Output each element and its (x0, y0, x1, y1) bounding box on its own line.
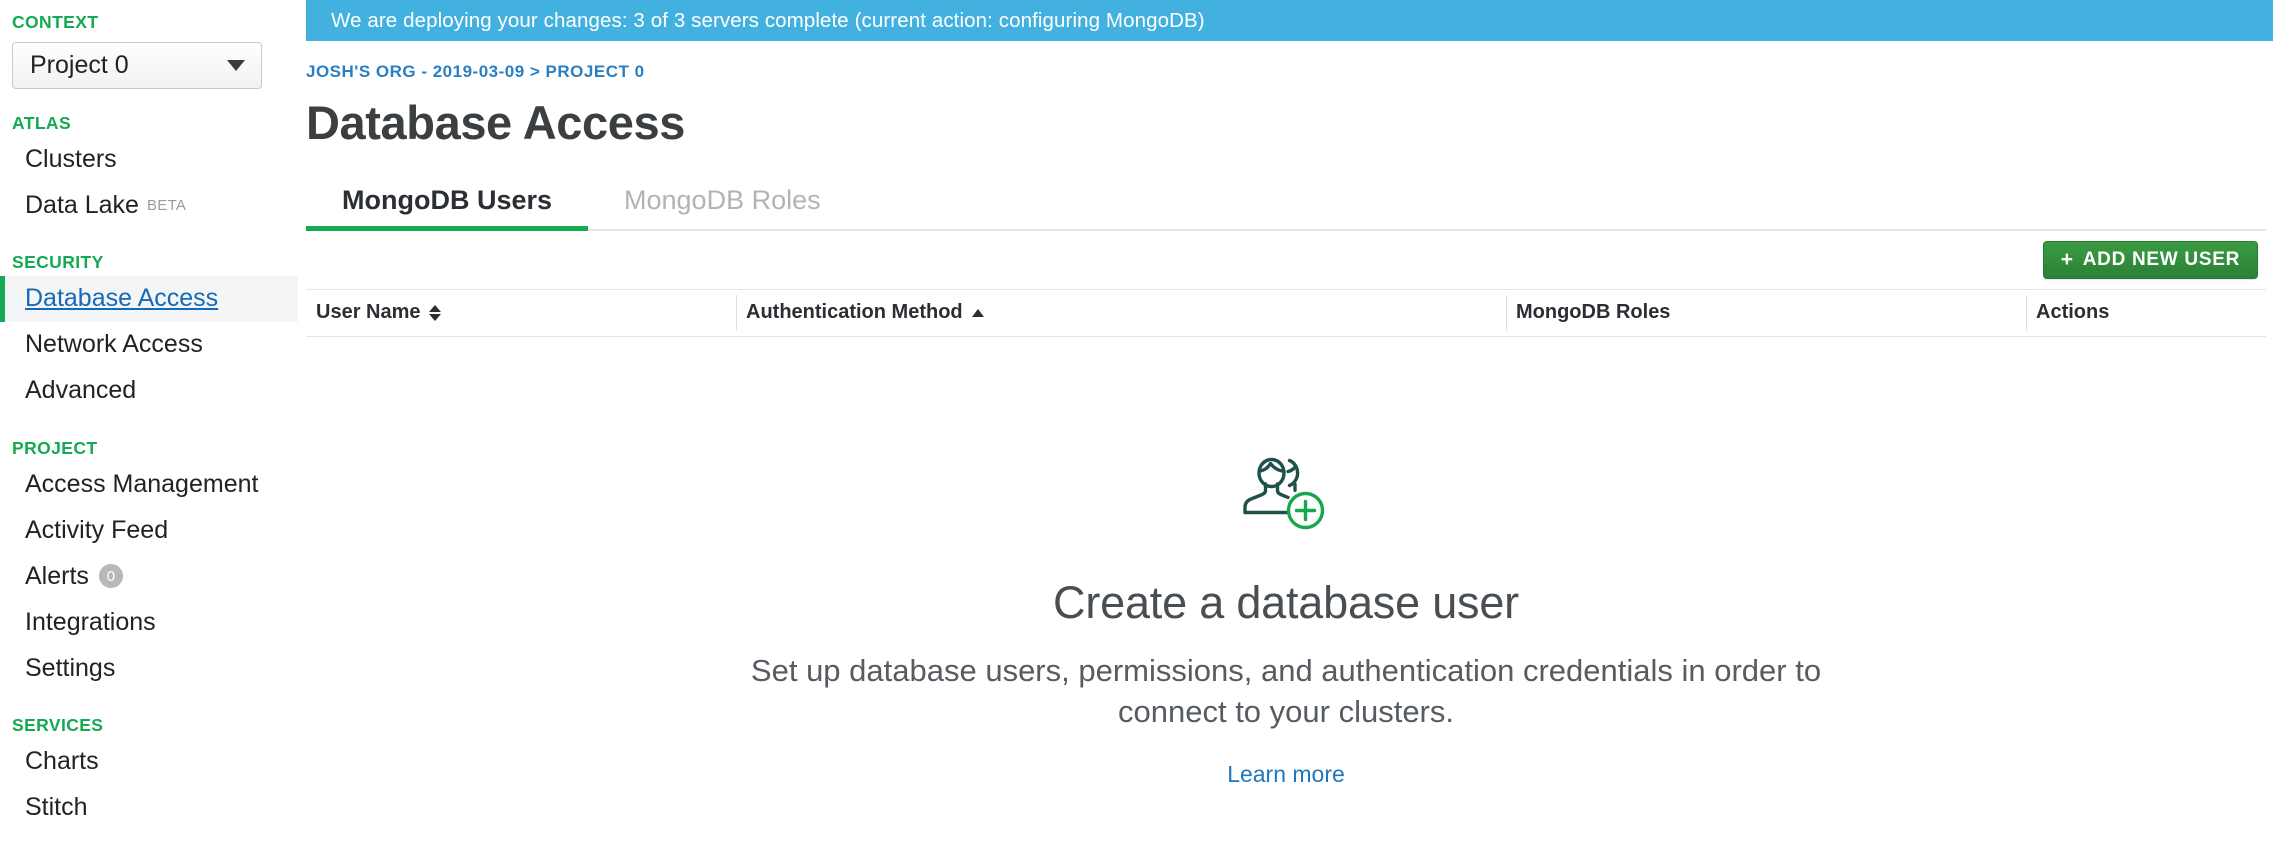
column-header-label: MongoDB Roles (1516, 301, 1671, 324)
sidebar-section-atlas: ATLAS (12, 112, 72, 133)
sidebar-section-project: PROJECT (12, 437, 98, 458)
sidebar-item-list: Clusters Data Lake BETA (0, 136, 298, 228)
sidebar-item-label: Database Access (25, 284, 219, 312)
sidebar-item-label: Data Lake (25, 190, 139, 219)
sidebar-item-data-lake[interactable]: Data Lake BETA (0, 182, 298, 228)
tab-label: MongoDB Users (342, 184, 553, 215)
sidebar-item-network-access[interactable]: Network Access (0, 322, 298, 368)
sidebar-item-label: Network Access (25, 330, 203, 358)
sidebar-item-label: Integrations (25, 607, 156, 636)
plus-icon: + (2060, 248, 2074, 272)
sidebar-item-label: Settings (25, 653, 116, 682)
sidebar-section-security: SECURITY (12, 252, 104, 272)
toolbar: + ADD NEW USER (306, 231, 2266, 289)
learn-more-link[interactable]: Learn more (1227, 761, 1345, 788)
breadcrumb[interactable]: JOSH'S ORG - 2019-03-09 > PROJECT 0 (306, 62, 2266, 82)
sidebar-item-charts[interactable]: Charts (0, 739, 298, 785)
sidebar-item-list: Access Management Activity Feed Alerts 0 Int… (0, 461, 298, 691)
column-header-authentication-method[interactable]: Authentication Method (736, 289, 1506, 337)
sidebar-item-advanced[interactable]: Advanced (0, 368, 298, 414)
content-area: JOSH'S ORG - 2019-03-09 > PROJECT 0 Data… (298, 62, 2274, 788)
sidebar-item-label: Access Management (25, 469, 259, 498)
column-header-label: Actions (2036, 301, 2110, 324)
sidebar-item-stitch[interactable]: Stitch (0, 785, 298, 831)
add-user-icon (1243, 457, 1325, 530)
sidebar-groups: ATLAS Clusters Data Lake BETA SECURITY Databa… (0, 112, 298, 831)
empty-state: Create a database user Set up database u… (306, 447, 2266, 788)
sidebar: CONTEXT Project 0 ATLAS Clusters Data Lake… (0, 0, 298, 845)
sidebar-item-label: Alerts (25, 561, 89, 590)
alert-count-badge: 0 (98, 564, 123, 588)
sidebar-item-list: Database Access Network Access Advanced (0, 275, 298, 414)
sidebar-item-label: Clusters (25, 144, 117, 173)
add-new-user-label: ADD NEW USER (2082, 248, 2240, 270)
sidebar-item-label: Advanced (25, 376, 137, 404)
sidebar-group: ATLAS Clusters Data Lake BETA (0, 112, 298, 229)
column-header-user-name[interactable]: User Name (306, 289, 736, 337)
sidebar-group: SECURITY Database Access Network Access Adv… (0, 252, 298, 414)
column-header-label: Authentication Method (746, 301, 963, 324)
main-content: We are deploying your changes: 3 of 3 se… (298, 0, 2274, 845)
sidebar-item-access-management[interactable]: Access Management (0, 461, 298, 507)
sidebar-item-database-access[interactable]: Database Access (0, 275, 298, 322)
deployment-banner-text: We are deploying your changes: 3 of 3 se… (331, 8, 1205, 32)
sidebar-item-integrations[interactable]: Integrations (0, 599, 298, 645)
deployment-banner: We are deploying your changes: 3 of 3 se… (306, 0, 2273, 41)
tab-bar: MongoDB Users MongoDB Roles (306, 179, 2266, 231)
sidebar-item-activity-feed[interactable]: Activity Feed (0, 507, 298, 553)
sidebar-section-context: CONTEXT (12, 12, 99, 32)
sidebar-item-label: Charts (25, 747, 99, 775)
column-header-mongodb-roles[interactable]: MongoDB Roles (1506, 289, 2026, 337)
sidebar-item-label: Activity Feed (25, 515, 169, 544)
project-selector-wrap: Project 0 (0, 32, 298, 89)
sidebar-item-list: Charts Stitch (0, 739, 298, 831)
empty-state-description: Set up database users, permissions, and … (750, 652, 1822, 729)
sort-both-icon[interactable] (428, 304, 441, 321)
users-table-header: User Name Authentication Method MongoDB Ro… (306, 288, 2266, 337)
column-header-label: User Name (316, 301, 421, 324)
beta-tag: BETA (146, 196, 187, 214)
sidebar-item-label: Stitch (25, 793, 88, 821)
sidebar-section-services: SERVICES (12, 715, 104, 735)
project-selector-value: Project 0 (30, 50, 129, 79)
chevron-down-icon (227, 59, 245, 71)
column-header-actions[interactable]: Actions (2026, 289, 2266, 337)
tab-label: MongoDB Roles (624, 184, 821, 215)
sidebar-item-settings[interactable]: Settings (0, 645, 298, 691)
sidebar-group: SERVICES Charts Stitch (0, 715, 298, 831)
tab-mongodb-roles[interactable]: MongoDB Roles (588, 185, 857, 229)
page-title: Database Access (306, 96, 685, 149)
sort-ascending-icon[interactable] (971, 308, 984, 317)
add-new-user-button[interactable]: + ADD NEW USER (2042, 240, 2258, 279)
project-selector[interactable]: Project 0 (12, 41, 262, 89)
empty-state-title: Create a database user (1053, 576, 1519, 628)
sidebar-item-clusters[interactable]: Clusters (0, 136, 298, 182)
sidebar-group: PROJECT Access Management Activity Feed Ale… (0, 437, 298, 692)
tab-mongodb-users[interactable]: MongoDB Users (306, 184, 589, 231)
sidebar-item-alerts[interactable]: Alerts 0 (0, 553, 298, 599)
app-root: CONTEXT Project 0 ATLAS Clusters Data Lake… (0, 0, 2274, 845)
